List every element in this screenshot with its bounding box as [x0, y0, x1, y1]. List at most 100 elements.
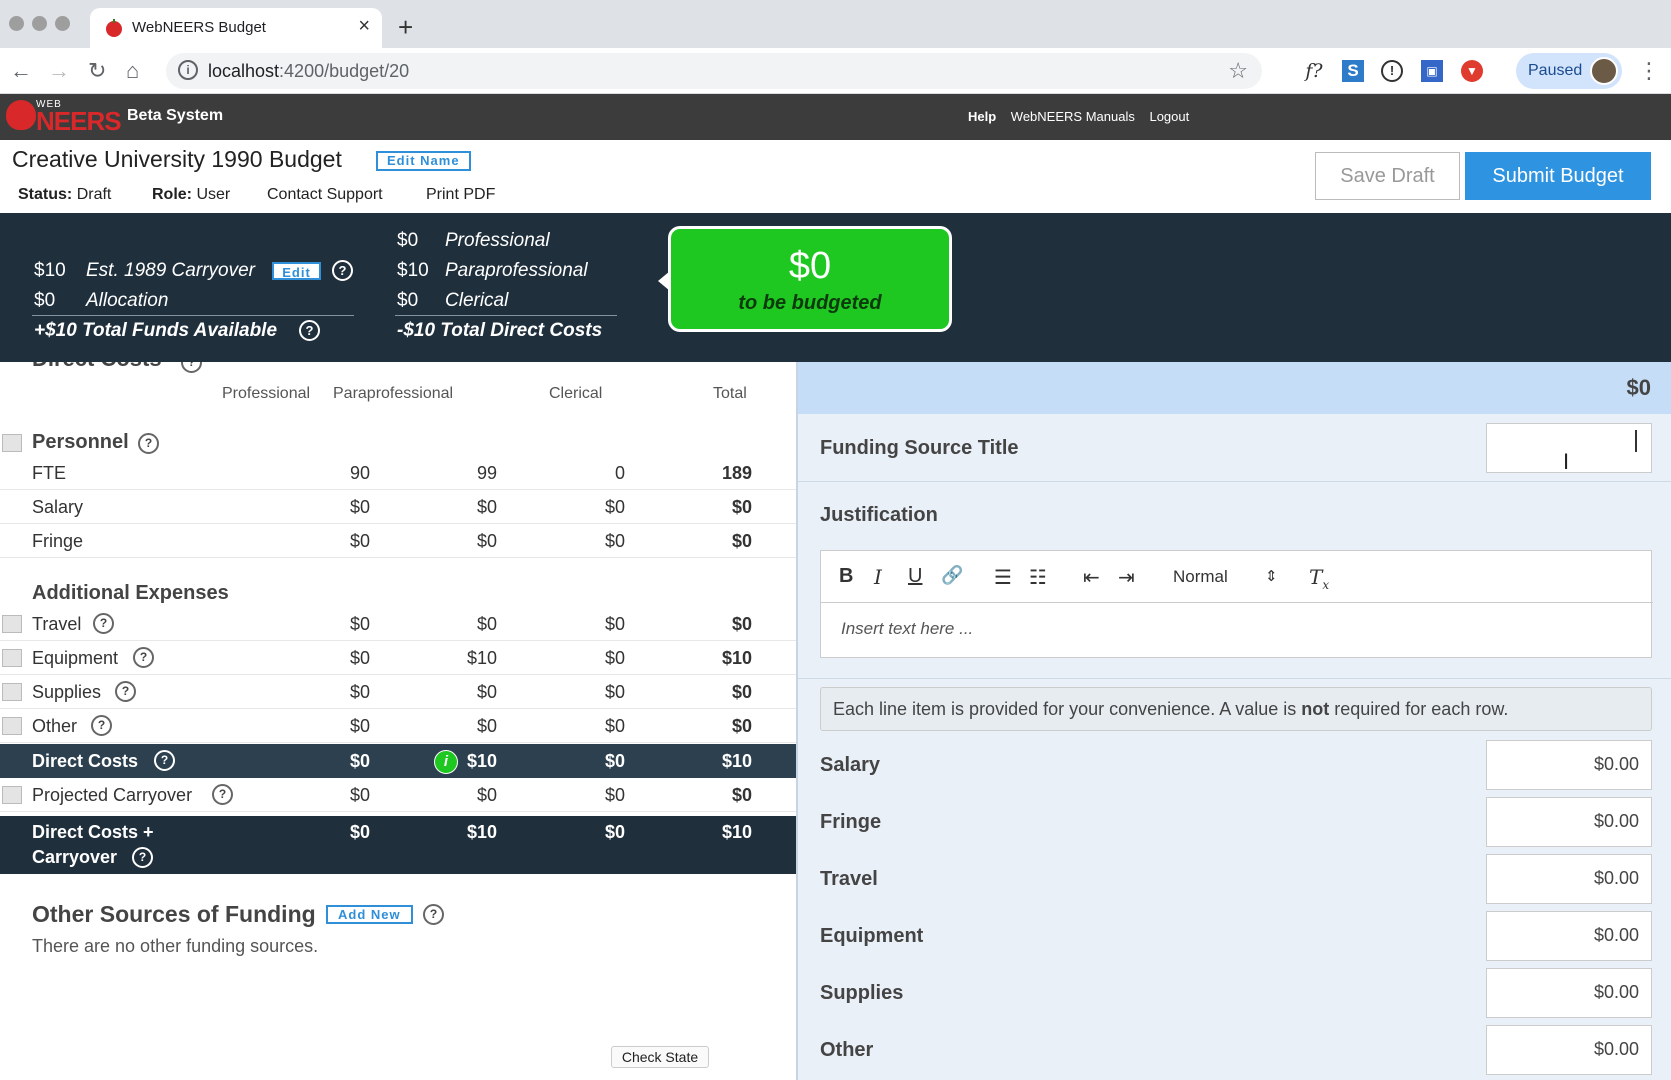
status-info: Status: Draft — [18, 186, 111, 204]
supplies-input[interactable]: $0.00 — [1486, 968, 1652, 1018]
reader-extension-icon[interactable]: ▣ — [1421, 60, 1443, 82]
personnel-section-title: Personnel — [32, 431, 129, 453]
check-state-button[interactable]: Check State — [611, 1046, 709, 1068]
fx-extension-icon[interactable]: f? — [1303, 60, 1325, 82]
url-host: localhost — [208, 61, 280, 81]
edit-carryover-button[interactable]: Edit — [272, 262, 321, 280]
travel-comment-icon[interactable] — [2, 615, 22, 633]
equipment-input[interactable]: $0.00 — [1486, 911, 1652, 961]
add-new-funding-button[interactable]: Add New — [326, 905, 413, 924]
personnel-help-icon[interactable]: ? — [138, 433, 159, 454]
logout-link[interactable]: Logout — [1149, 109, 1189, 124]
select-arrows-icon[interactable]: ⇕ — [1265, 567, 1278, 585]
italic-icon[interactable]: I — [874, 565, 882, 589]
print-pdf-link[interactable]: Print PDF — [426, 186, 495, 204]
row-label: Fringe — [32, 531, 84, 551]
underline-icon[interactable]: U — [908, 565, 922, 588]
direct-costs-heading: Direct Costs — [32, 362, 162, 372]
carryover-comment-icon[interactable] — [2, 786, 22, 804]
travel-help-icon[interactable]: ? — [93, 613, 114, 634]
other-funding-title: Other Sources of Funding — [32, 901, 316, 927]
format-select[interactable]: Normal — [1173, 567, 1228, 587]
grand-total-help-icon[interactable]: ? — [132, 847, 153, 868]
cell-clerical: $0 — [604, 716, 625, 736]
clear-format-icon[interactable]: Tx — [1309, 565, 1329, 592]
browser-menu-icon[interactable]: ⋮ — [1638, 58, 1660, 84]
s-extension-icon[interactable]: S — [1342, 60, 1364, 82]
manuals-link[interactable]: WebNEERS Manuals — [1011, 109, 1135, 124]
minimize-window-icon[interactable] — [32, 16, 47, 31]
shield-extension-icon[interactable]: ▼ — [1461, 60, 1483, 82]
apple-favicon-icon — [106, 19, 122, 37]
travel-input[interactable]: $0.00 — [1486, 854, 1652, 904]
note-emphasis: not — [1301, 699, 1330, 719]
carryover-label: Est. 1989 Carryover — [86, 260, 255, 281]
text-caret — [1635, 430, 1637, 452]
equipment-comment-icon[interactable] — [2, 649, 22, 667]
other-comment-icon[interactable] — [2, 717, 22, 735]
bold-icon[interactable]: B — [839, 565, 853, 588]
equipment-help-icon[interactable]: ? — [133, 647, 154, 668]
direct-costs-help-icon[interactable]: ? — [154, 750, 175, 771]
password-extension-icon[interactable]: ! — [1381, 60, 1403, 82]
forward-icon[interactable]: → — [48, 58, 70, 84]
save-draft-button[interactable]: Save Draft — [1315, 152, 1460, 200]
editor-placeholder[interactable]: Insert text here ... — [841, 619, 973, 639]
funding-header-amount: $0 — [1626, 375, 1651, 400]
profile-button[interactable]: Paused — [1516, 53, 1622, 89]
help-link[interactable]: Help — [968, 109, 996, 124]
personnel-comment-icon[interactable] — [2, 434, 22, 452]
fringe-input[interactable]: $0.00 — [1486, 797, 1652, 847]
ordered-list-icon[interactable]: ☰ — [994, 565, 1012, 590]
other-funding-help-icon[interactable]: ? — [423, 904, 444, 925]
link-icon[interactable]: 🔗 — [941, 565, 963, 586]
bookmark-star-icon[interactable]: ☆ — [1228, 58, 1248, 84]
cell-professional: $0 — [349, 531, 370, 551]
indent-icon[interactable]: ⇥ — [1118, 565, 1135, 590]
home-icon[interactable]: ⌂ — [126, 58, 139, 84]
table-row: Projected Carryover ? $0 $0 $0 $0 — [0, 778, 796, 812]
site-info-icon[interactable]: i — [178, 60, 198, 80]
supplies-help-icon[interactable]: ? — [115, 681, 136, 702]
back-icon[interactable]: ← — [10, 58, 32, 84]
browser-tab[interactable]: WebNEERS Budget × — [90, 8, 382, 48]
row-label: Projected Carryover — [32, 785, 193, 805]
contact-support-link[interactable]: Contact Support — [267, 186, 383, 204]
to-be-budgeted-label: to be budgeted — [738, 292, 882, 314]
webneers-logo-apple-icon[interactable] — [6, 100, 36, 130]
edit-name-button[interactable]: Edit Name — [376, 151, 471, 171]
cell-clerical: $0 — [604, 822, 625, 842]
supplies-comment-icon[interactable] — [2, 683, 22, 701]
other-help-icon[interactable]: ? — [91, 715, 112, 736]
total-funds-help-icon[interactable]: ? — [299, 320, 320, 341]
bullet-list-icon[interactable]: ☷ — [1029, 565, 1047, 590]
other-input[interactable]: $0.00 — [1486, 1025, 1652, 1075]
cell-clerical: $0 — [604, 785, 625, 805]
submit-budget-button[interactable]: Submit Budget — [1465, 152, 1651, 200]
outdent-icon[interactable]: ⇤ — [1083, 565, 1100, 590]
cell-total: $0 — [731, 785, 752, 805]
table-row: Other ? $0 $0 $0 $0 — [0, 709, 796, 743]
close-window-icon[interactable] — [9, 16, 24, 31]
cell-clerical: $0 — [604, 751, 625, 771]
paraprofessional-label: Paraprofessional — [445, 260, 588, 281]
maximize-window-icon[interactable] — [55, 16, 70, 31]
cell-total: $0 — [731, 497, 752, 517]
row-label: FTE — [32, 463, 66, 483]
cell-professional: $0 — [349, 716, 370, 736]
carryover-help-icon[interactable]: ? — [332, 260, 353, 281]
new-tab-icon[interactable]: + — [398, 12, 413, 43]
reload-icon[interactable]: ↻ — [88, 58, 106, 84]
browser-toolbar: ← → ↻ ⌂ i localhost:4200/budget/20 ☆ f? … — [0, 48, 1671, 94]
projected-carryover-help-icon[interactable]: ? — [212, 784, 233, 805]
allocation-amount: $0 — [34, 290, 56, 311]
line-item-note: Each line item is provided for your conv… — [820, 687, 1652, 731]
address-bar[interactable]: i localhost:4200/budget/20 ☆ — [166, 53, 1262, 89]
role-info: Role: User — [152, 186, 230, 204]
tab-close-icon[interactable]: × — [358, 15, 370, 38]
cell-total: $10 — [721, 648, 752, 668]
direct-costs-heading-help-icon[interactable]: ? — [181, 362, 202, 373]
to-be-budgeted-amount: $0 — [788, 245, 832, 287]
no-funding-message: There are no other funding sources. — [32, 936, 319, 956]
salary-input[interactable]: $0.00 — [1486, 740, 1652, 790]
